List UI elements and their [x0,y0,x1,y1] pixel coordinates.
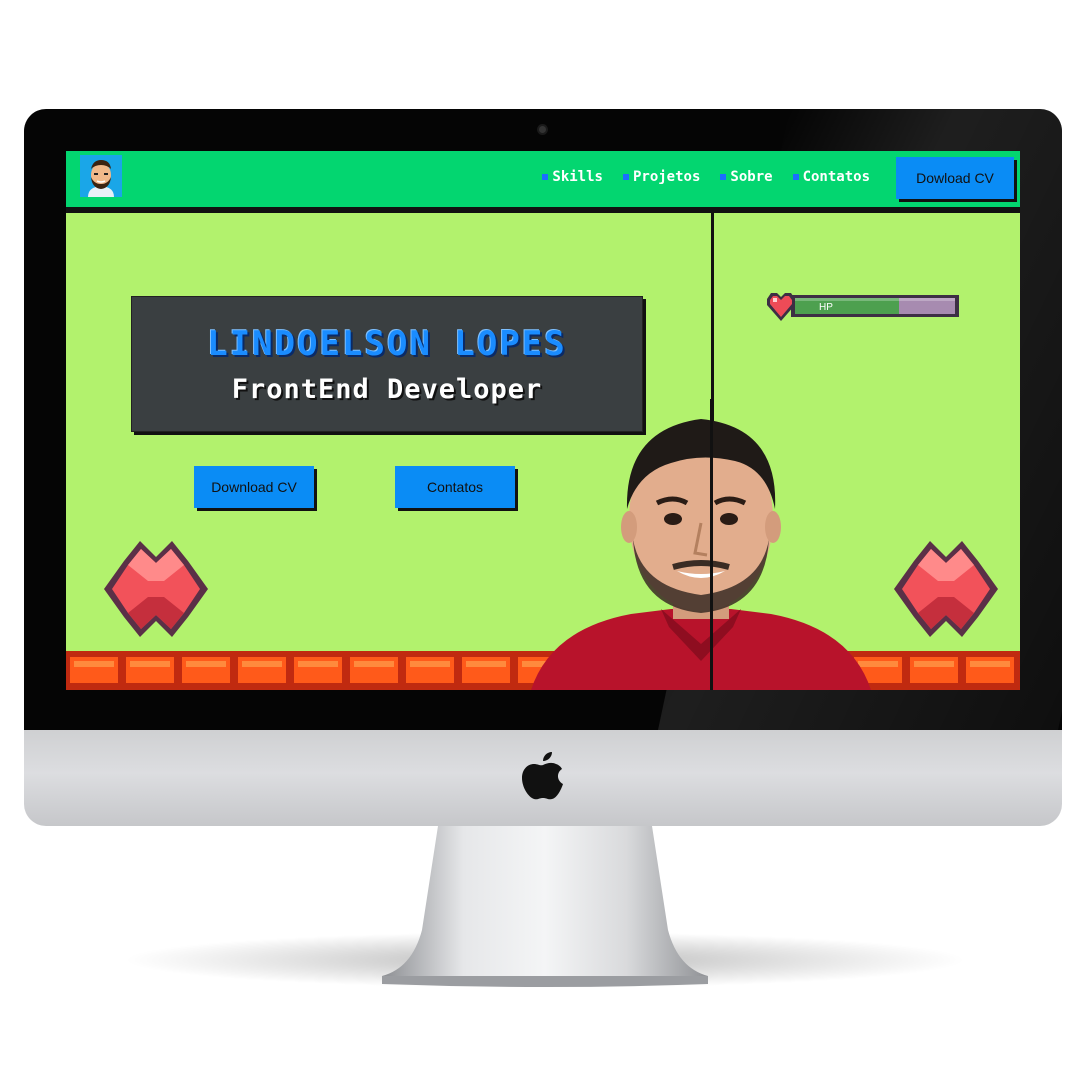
brick [238,657,286,683]
hp-bar: HP [763,287,963,325]
brick [462,657,510,683]
nav-item-skills[interactable]: Skills [542,169,603,185]
heart-icon [767,293,795,321]
brick [294,657,342,683]
contacts-button[interactable]: Contatos [395,466,515,508]
profile-photo [521,399,881,690]
nav-item-label: Skills [552,169,603,185]
brick [126,657,174,683]
brick [70,657,118,683]
brick [350,657,398,683]
nav-download-cv-button[interactable]: Dowload CV [896,157,1014,199]
avatar[interactable] [80,155,122,197]
gem-icon [104,541,208,637]
camera-icon [539,126,546,133]
hp-label: HP [819,302,833,313]
website-screen: Skills Projetos Sobre Contatos Dowload C… [66,151,1020,690]
nav-item-projetos[interactable]: Projetos [622,169,701,185]
nav-links: Skills Projetos Sobre Contatos [542,169,870,185]
navbar: Skills Projetos Sobre Contatos Dowload C… [66,151,1020,213]
hero-name: LINDOELSON LOPES [207,323,567,364]
nav-item-sobre[interactable]: Sobre [720,169,773,185]
apple-logo-icon [519,748,567,804]
nav-item-contatos[interactable]: Contatos [792,169,870,185]
brick [966,657,1014,683]
nav-bullet-icon [622,174,629,180]
nav-item-label: Contatos [802,169,870,185]
nav-bullet-icon [542,174,549,180]
brick [182,657,230,683]
hero-role: FrontEnd Developer [231,373,543,405]
brick [910,657,958,683]
download-cv-button[interactable]: Download CV [194,466,314,508]
nav-bullet-icon [720,174,727,180]
gem-icon [894,541,998,637]
brick [406,657,454,683]
nav-item-label: Sobre [730,169,773,185]
nav-bullet-icon [792,174,799,180]
nav-item-label: Projetos [632,169,701,185]
